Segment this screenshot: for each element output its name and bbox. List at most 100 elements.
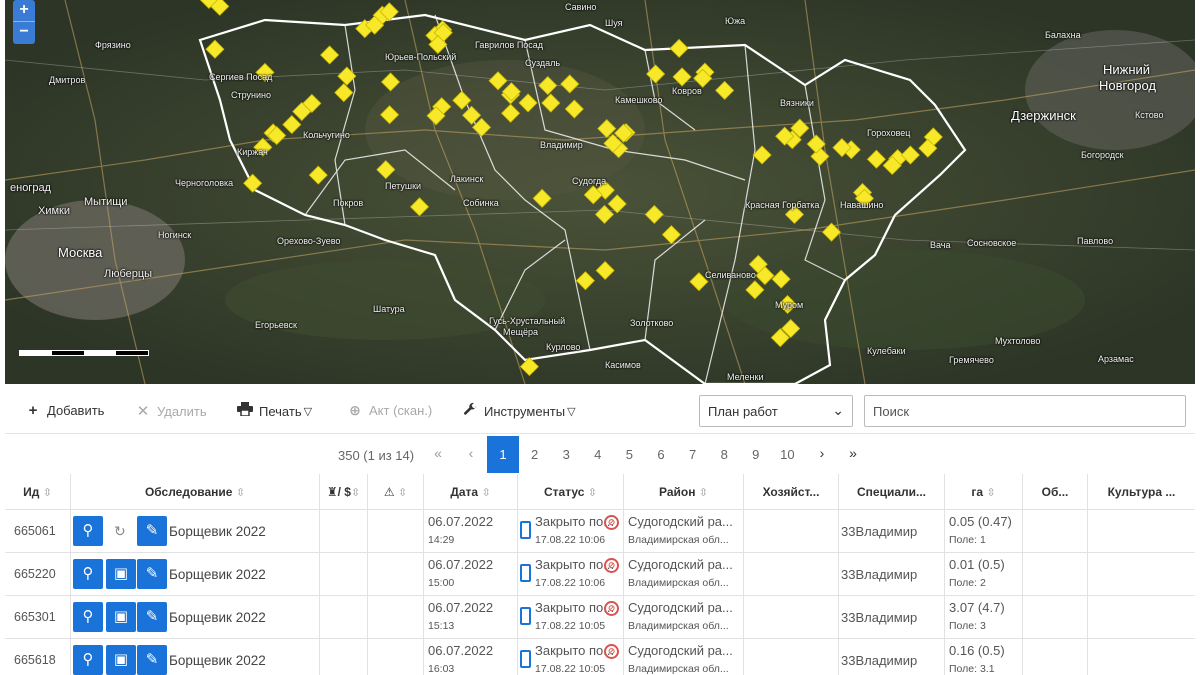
map-label: Орехово-Зуево — [277, 236, 341, 246]
add-button[interactable]: + Добавить — [25, 402, 105, 419]
survey-cell: ⚲ ▣ ✎ Борщевик 2022 — [71, 639, 320, 675]
specialist-cell: 33Владимир — [839, 553, 945, 595]
edit-button[interactable]: ✎ — [137, 602, 167, 632]
wrench-icon — [462, 402, 478, 421]
culture-cell — [1088, 553, 1195, 595]
specialist-cell: 33Владимир — [839, 639, 945, 675]
district-name: Судогодский ра... — [628, 514, 733, 529]
district-name: Судогодский ра... — [628, 600, 733, 615]
column-header-owner[interactable]: Хозяйст... — [744, 474, 839, 509]
map-label: Москва — [58, 245, 103, 260]
map-label: Гороховец — [867, 128, 911, 138]
map-label: Химки — [38, 205, 71, 217]
plus-circle-icon: ⊕ — [349, 402, 361, 418]
column-header-ob[interactable]: Об... — [1023, 474, 1088, 509]
edit-button[interactable]: ✎ — [137, 645, 167, 675]
page-9-button[interactable]: 9 — [740, 436, 772, 473]
page-6-button[interactable]: 6 — [645, 436, 677, 473]
field-number: Поле: 3.1 — [949, 663, 995, 675]
map-label: Суздаль — [525, 58, 561, 68]
zoom-in-button[interactable]: + — [13, 0, 35, 22]
survey-name: Борщевик 2022 — [169, 524, 266, 539]
refresh-icon[interactable]: ↻ — [114, 523, 126, 540]
map-label: Струнино — [231, 90, 271, 100]
column-header-ha[interactable]: га ⇳ — [945, 474, 1023, 509]
last-page-icon[interactable]: » — [843, 445, 863, 461]
page-1-button[interactable]: 1 — [487, 436, 519, 473]
edit-button[interactable]: ✎ — [137, 516, 167, 546]
map-label: Шуя — [605, 18, 623, 28]
specialist-cell: 33Владимир — [839, 510, 945, 552]
add-button-label: Добавить — [47, 403, 105, 418]
map-label: Люберцы — [104, 268, 153, 280]
prev-page-icon[interactable]: ‹ — [461, 445, 481, 461]
map-label: Вача — [930, 240, 951, 250]
map-label: Вязники — [780, 98, 814, 108]
table-row[interactable]: 665301 ⚲ ▣ ✎ Борщевик 2022 06.07.2022 15… — [5, 596, 1195, 639]
column-header-district[interactable]: Район ⇳ — [624, 474, 744, 509]
map-pin-button[interactable]: ⚲ — [73, 516, 103, 546]
image-icon: ▣ — [113, 651, 129, 668]
map-pin-button[interactable]: ⚲ — [73, 559, 103, 589]
page-5-button[interactable]: 5 — [613, 436, 645, 473]
page-10-button[interactable]: 10 — [771, 436, 803, 473]
search-input[interactable] — [864, 395, 1186, 427]
act-scan-button[interactable]: ⊕ Акт (скан.) — [347, 402, 432, 419]
status-text: Закрыто по... — [535, 600, 615, 615]
map-pin-button[interactable]: ⚲ — [73, 602, 103, 632]
print-button[interactable]: Печать ▽ — [237, 402, 312, 420]
tools-button[interactable]: Инструменты ▽ — [462, 402, 576, 421]
zoom-out-button[interactable]: − — [13, 22, 35, 44]
column-header-money[interactable]: ♜/ $⇳ — [320, 474, 368, 509]
work-plan-select[interactable]: План работ ⌄ — [699, 395, 853, 427]
page-3-button[interactable]: 3 — [550, 436, 582, 473]
map-label: Арзамас — [1098, 354, 1134, 364]
area-ha: 0.16 (0.5) — [949, 643, 1005, 658]
column-header-id[interactable]: Ид ⇳ — [5, 474, 71, 509]
area-ha: 0.05 (0.47) — [949, 514, 1012, 529]
edit-button[interactable]: ✎ — [137, 559, 167, 589]
page-7-button[interactable]: 7 — [677, 436, 709, 473]
table-row[interactable]: 665220 ⚲ ▣ ✎ Борщевик 2022 06.07.2022 15… — [5, 553, 1195, 596]
column-header-warning[interactable]: ⚠ ⇳ — [368, 474, 424, 509]
mobile-icon — [520, 521, 531, 539]
page-8-button[interactable]: 8 — [708, 436, 740, 473]
map-label: Мухтолово — [995, 336, 1041, 346]
photo-button[interactable]: ▣ — [106, 602, 136, 632]
edit-icon: ✎ — [145, 522, 159, 539]
next-page-icon[interactable]: › — [812, 445, 832, 461]
owner-cell — [744, 639, 839, 675]
culture-cell — [1088, 596, 1195, 638]
survey-cell: ⚲ ▣ ✎ Борщевик 2022 — [71, 596, 320, 638]
map-label: Гусь-Хрустальный — [489, 316, 566, 326]
field-number: Поле: 2 — [949, 577, 986, 589]
column-header-label: Ид — [23, 485, 40, 499]
ob-cell — [1023, 596, 1088, 638]
column-header-specialist[interactable]: Специали... — [839, 474, 945, 509]
photo-button[interactable]: ▣ — [106, 645, 136, 675]
ob-cell — [1023, 639, 1088, 675]
column-header-culture[interactable]: Культура ... — [1088, 474, 1195, 509]
page-4-button[interactable]: 4 — [582, 436, 614, 473]
survey-name: Борщевик 2022 — [169, 653, 266, 668]
map-label: Егорьевск — [255, 320, 297, 330]
first-page-icon[interactable]: « — [428, 445, 448, 461]
map-pin-button[interactable]: ⚲ — [73, 645, 103, 675]
map-label: Селиваново — [705, 270, 756, 280]
column-header-status[interactable]: Статус ⇳ — [518, 474, 624, 509]
table-row[interactable]: 665618 ⚲ ▣ ✎ Борщевик 2022 06.07.2022 16… — [5, 639, 1195, 675]
photo-button[interactable]: ▣ — [106, 559, 136, 589]
page-2-button[interactable]: 2 — [519, 436, 551, 473]
column-header-date[interactable]: Дата ⇳ — [424, 474, 518, 509]
table-row[interactable]: 665061 ⚲ ↻ ✎ Борщевик 2022 06.07.2022 14… — [5, 510, 1195, 553]
delete-button[interactable]: ✕ Удалить — [135, 402, 207, 420]
map-label: Камешково — [615, 95, 663, 105]
column-header-survey[interactable]: Обследование ⇳ — [71, 474, 320, 509]
owner-cell — [744, 510, 839, 552]
column-header-label: га — [971, 485, 984, 499]
survey-time: 14:29 — [428, 534, 455, 546]
money-cell — [320, 510, 368, 552]
map-label: Кольчугино — [303, 130, 350, 140]
map-label: Владимир — [540, 140, 583, 150]
map-view[interactable]: + − Нижний Новгород Дзержинск Москва Хим… — [5, 0, 1195, 384]
